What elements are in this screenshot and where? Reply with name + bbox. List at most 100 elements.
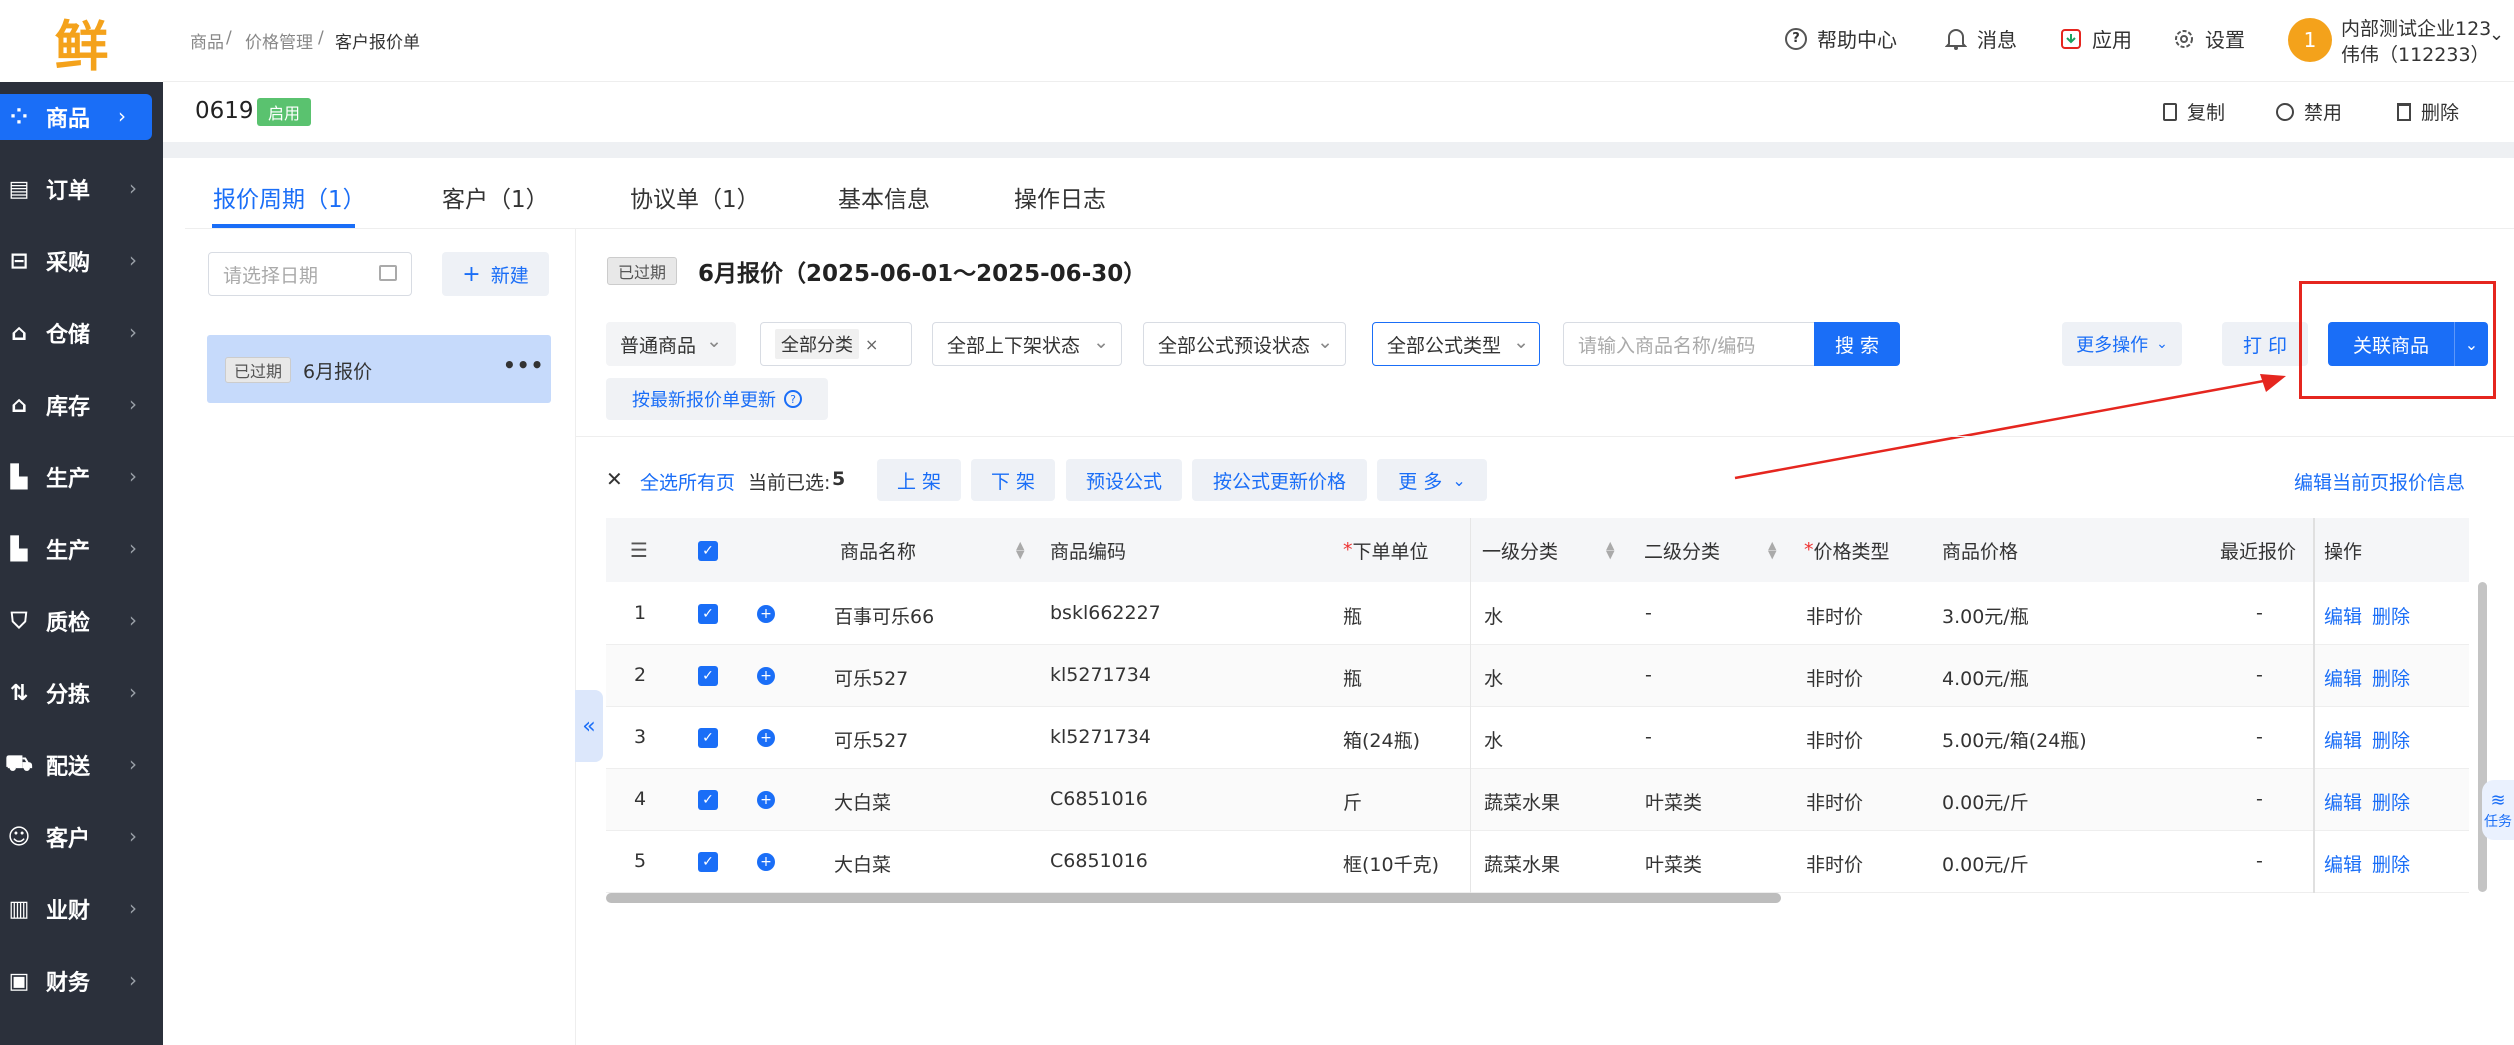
sidebar-item[interactable]: ⛟ 配送 › [0,742,163,788]
preset-formula-button[interactable]: 预设公式 [1066,459,1182,501]
edit-link[interactable]: 编辑 [2324,788,2362,815]
expand-plus-icon[interactable]: + [757,853,775,871]
settings-button[interactable]: 设置 [2173,24,2245,53]
goods-type-select[interactable]: 普通商品 ⌄ [606,322,736,366]
update-by-latest-button[interactable]: 按最新报价单更新 ? [606,378,828,420]
select-all-checkbox[interactable]: ✓ [698,541,718,561]
task-float-button[interactable]: ≋ 任务 [2482,780,2514,840]
close-icon[interactable]: ✕ [606,467,623,491]
column-header[interactable]: 二级分类 ▲ ▼ [1644,518,1776,582]
sidebar-item-label: 库存 [46,395,91,420]
formula-status-select[interactable]: 全部公式预设状态 ⌄ [1143,322,1346,366]
copy-button[interactable]: 复制 [2163,98,2225,125]
top-bar: 商品 / 价格管理 / 客户报价单 ? 帮助中心 消息 应用 设置 1 内部测试企… [163,0,2514,82]
delete-link[interactable]: 删除 [2372,602,2410,629]
price-type: 非时价 [1806,854,1864,876]
off-shelf-button[interactable]: 下 架 [971,459,1055,501]
expand-plus-icon[interactable]: + [757,605,775,623]
select-all-pages-link[interactable]: 全选所有页 [640,468,735,495]
sidebar-item[interactable]: ⛉ 质检 › [0,598,163,644]
update-price-by-formula-button[interactable]: 按公式更新价格 [1192,459,1367,501]
price-type: 非时价 [1806,792,1864,814]
apps-button[interactable]: 应用 [2060,24,2132,53]
sort-icon[interactable]: ▲ ▼ [1016,540,1024,560]
sort-icon[interactable]: ▲ ▼ [1606,540,1614,560]
trash-icon [2397,102,2411,121]
sidebar-item[interactable]: ▙ 生产 › [0,526,163,572]
shelf-status-select[interactable]: 全部上下架状态 ⌄ [932,322,1122,366]
sidebar-item[interactable]: ▥ 业财 › [0,886,163,932]
more-dots-icon[interactable]: ••• [503,353,544,377]
tab-operation-log[interactable]: 操作日志 [1014,180,1106,214]
messages-button[interactable]: 消息 [1945,24,2017,53]
expand-plus-icon[interactable]: + [757,729,775,747]
chevron-down-icon: ⌄ [1317,331,1333,353]
row-checkbox[interactable]: ✓ [698,852,718,872]
delete-link[interactable]: 删除 [2372,726,2410,753]
delete-link[interactable]: 删除 [2372,664,2410,691]
date-picker[interactable]: 请选择日期 [208,252,412,296]
sidebar-item[interactable]: ⊟ 采购 › [0,238,163,284]
breadcrumb-item[interactable]: 价格管理 [245,28,313,53]
category-level1: 蔬菜水果 [1484,792,1561,814]
column-header[interactable]: 商品名称 ▲ ▼ [840,518,1024,582]
recent-quote: - [2256,726,2263,748]
formula-type-select[interactable]: 全部公式类型 ⌄ [1372,322,1540,366]
sidebar-item[interactable]: ⌂ 库存 › [0,382,163,428]
expand-plus-icon[interactable]: + [757,667,775,685]
page-title: 0619 [195,98,254,124]
collapse-left-icon[interactable]: « [575,690,603,762]
chevron-down-icon[interactable]: ⌄ [2489,24,2504,45]
chevron-right-icon: › [129,536,137,560]
horizontal-scrollbar[interactable] [606,893,1781,903]
price-type: 非时价 [1806,668,1864,690]
category-level2: - [1645,602,1652,624]
avatar[interactable]: 1 [2288,18,2332,62]
tab-agreements[interactable]: 协议单（1） [630,180,760,214]
sort-icon[interactable]: ▲ ▼ [1768,540,1776,560]
order-unit: 瓶 [1343,606,1363,628]
period-list-item[interactable]: 已过期 6月报价 ••• [207,335,551,403]
sidebar-item[interactable]: ▤ 订单 › [0,166,163,212]
tab-quote-period[interactable]: 报价周期（1） [213,180,366,214]
vertical-scrollbar[interactable] [2478,582,2487,892]
edit-link[interactable]: 编辑 [2324,602,2362,629]
sidebar-item[interactable]: ▙ 生产 › [0,454,163,500]
close-icon[interactable]: × [865,335,878,354]
tab-basic-info[interactable]: 基本信息 [838,180,930,214]
company-name[interactable]: 内部测试企业123 [2341,14,2491,41]
delete-link[interactable]: 删除 [2372,788,2410,815]
shield-icon: ⛉ [10,608,28,634]
factory-icon: ▙ [10,464,28,490]
category-select[interactable]: 全部分类 × [760,322,912,366]
sidebar-item[interactable]: ▣ 财务 › [0,958,163,1004]
sidebar-item[interactable]: ⇅ 分拣 › [0,670,163,716]
edit-link[interactable]: 编辑 [2324,664,2362,691]
row-checkbox[interactable]: ✓ [698,790,718,810]
category-level1: 水 [1484,606,1504,628]
on-shelf-button[interactable]: 上 架 [877,459,961,501]
column-settings-icon[interactable]: ☰ [630,538,648,562]
expand-plus-icon[interactable]: + [757,791,775,809]
breadcrumb-item[interactable]: 商品 [190,28,224,53]
sidebar-item[interactable]: ⌂ 仓储 › [0,310,163,356]
edit-link[interactable]: 编辑 [2324,850,2362,877]
sidebar-item-label: 订单 [46,179,91,204]
edit-page-quote-link[interactable]: 编辑当前页报价信息 [2294,468,2465,495]
sidebar-item[interactable]: ⁘ 商品 › [0,94,152,140]
help-center-button[interactable]: ? 帮助中心 [1785,24,1897,53]
sidebar-item[interactable]: ☺ 客户 › [0,814,163,860]
disable-button[interactable]: 禁用 [2276,98,2342,125]
divider [1470,518,1471,893]
new-period-button[interactable]: + 新建 [442,252,549,296]
column-header[interactable]: 一级分类 ▲ ▼ [1482,518,1614,582]
more-bulk-button[interactable]: 更 多 ⌄ [1377,459,1487,501]
delete-link[interactable]: 删除 [2372,850,2410,877]
delete-button[interactable]: 删除 [2397,98,2459,125]
row-checkbox[interactable]: ✓ [698,728,718,748]
row-checkbox[interactable]: ✓ [698,604,718,624]
tab-customers[interactable]: 客户（1） [442,180,549,214]
user-name[interactable]: 伟伟（112233） [2341,40,2490,67]
edit-link[interactable]: 编辑 [2324,726,2362,753]
row-checkbox[interactable]: ✓ [698,666,718,686]
